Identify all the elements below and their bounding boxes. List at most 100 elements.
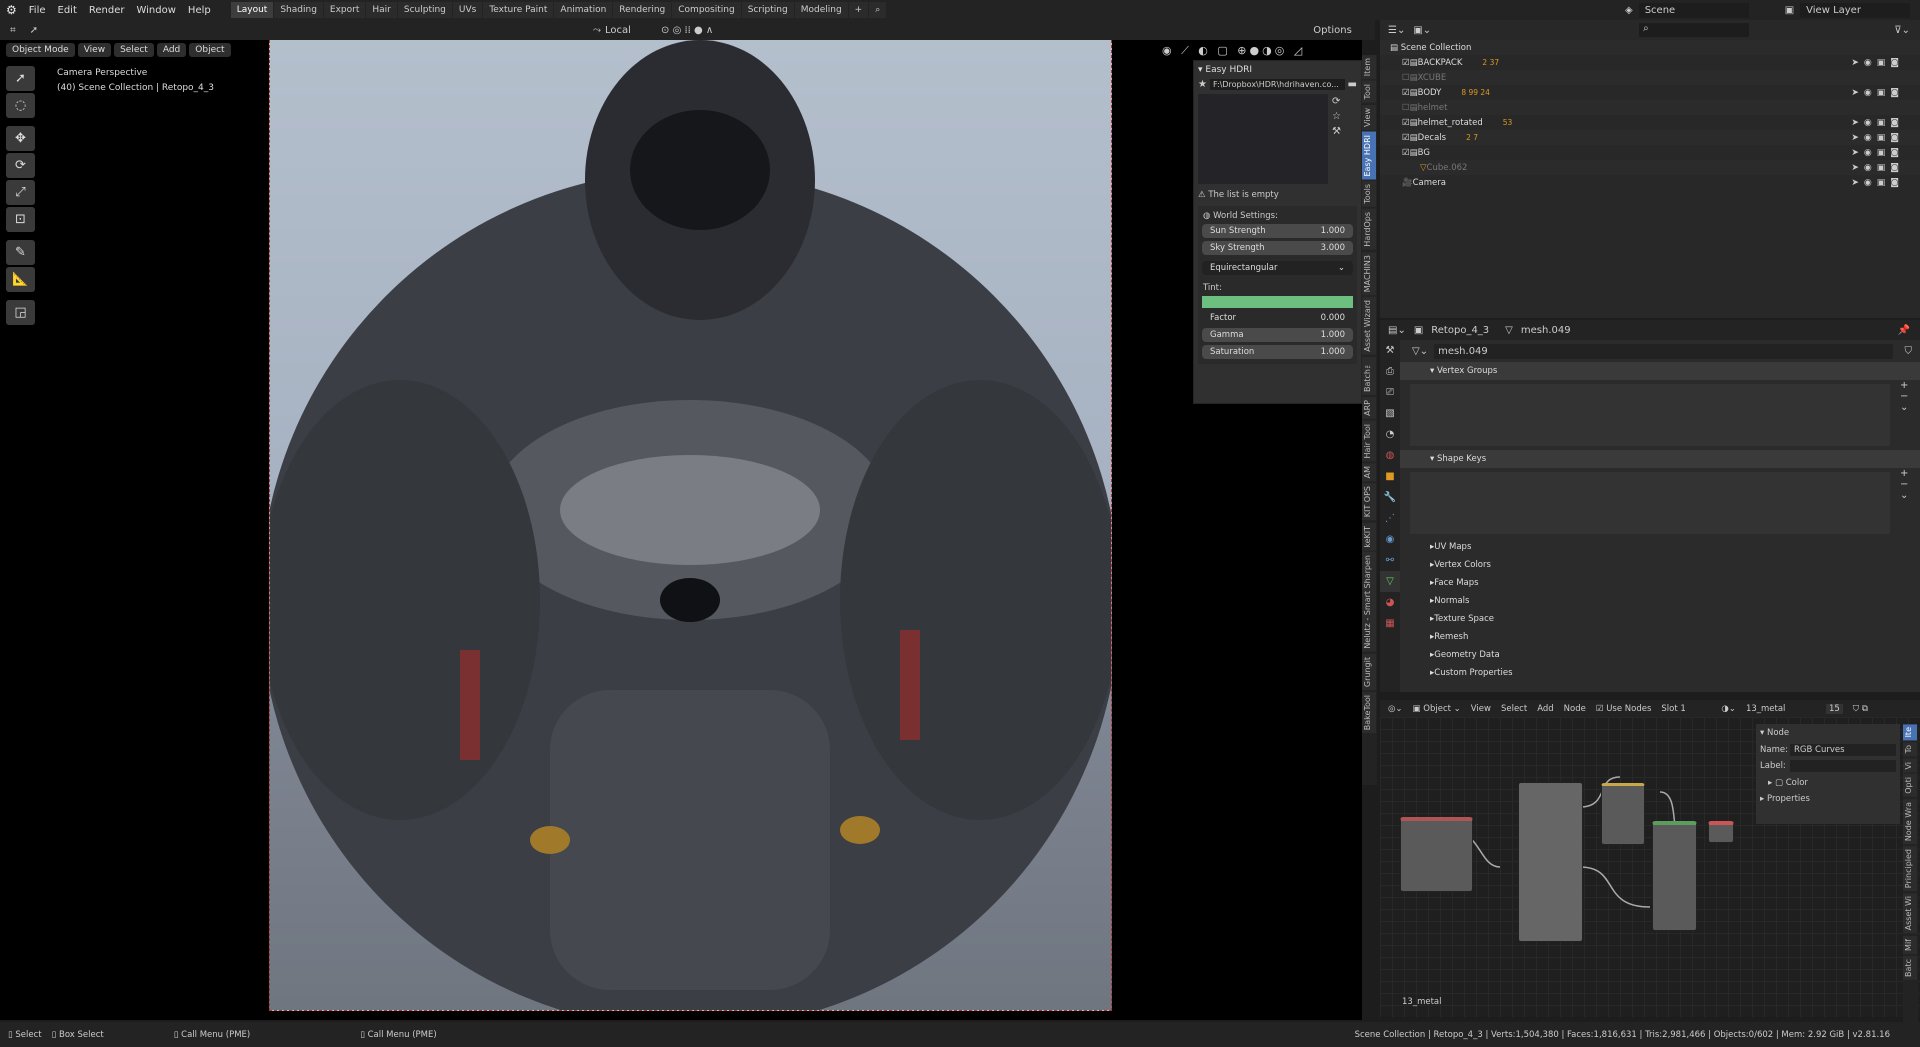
hdri-path-field[interactable]: F:\Dropbox\HDR\hdrihaven.co... — [1209, 79, 1345, 90]
select-menu[interactable]: Select — [114, 43, 154, 57]
factor-field[interactable]: Factor 0.000 — [1202, 311, 1353, 325]
outliner-row[interactable]: ☑ ▤ BACKPACK 2 37 ➤◉▣◙ — [1380, 55, 1920, 70]
tab-uvs[interactable]: UVs — [452, 2, 483, 18]
node-sidebar-tab-principled[interactable]: Principled — [1903, 846, 1917, 892]
object-menu[interactable]: Object — [189, 43, 231, 57]
sidebar-tab-kekit[interactable]: keKIT — [1362, 522, 1376, 551]
visibility-checkbox[interactable]: ☑ — [1402, 148, 1410, 158]
scene-icon[interactable]: ◈ — [1625, 5, 1633, 16]
modifier-tab-icon[interactable]: 🔧 — [1380, 487, 1400, 508]
tab-texture-paint[interactable]: Texture Paint — [483, 2, 554, 18]
material-name-field[interactable]: 13_metal — [1746, 704, 1816, 714]
mesh-data-icon[interactable]: ▽⌄ — [1412, 346, 1428, 357]
material-icon[interactable]: ◑⌄ — [1721, 704, 1736, 714]
restriction-toggle-icons[interactable]: ➤◉▣◙ — [1851, 133, 1904, 143]
add-menu[interactable]: Add — [156, 43, 187, 57]
outliner-row[interactable]: 🎥 Camera ➤◉▣◙ — [1380, 175, 1920, 190]
options-dropdown[interactable]: Options — [1313, 25, 1352, 36]
shield-icon[interactable]: ⛉ ⧉ — [1853, 704, 1868, 714]
node-sidebar-tab-vi[interactable]: Vi — [1903, 758, 1917, 773]
section-header-uv-maps[interactable]: ▸ UV Maps — [1400, 538, 1920, 556]
restriction-toggle-icons[interactable]: ➤◉▣◙ — [1851, 88, 1904, 98]
section-header-face-maps[interactable]: ▸ Face Maps — [1400, 574, 1920, 592]
sky-strength-field[interactable]: Sky Strength 3.000 — [1202, 241, 1353, 255]
scale-tool-icon[interactable]: ⤢ — [6, 180, 35, 205]
tab-scripting[interactable]: Scripting — [741, 2, 794, 18]
scene-selector[interactable]: Scene — [1638, 2, 1749, 18]
visibility-checkbox[interactable]: ☑ — [1402, 133, 1410, 143]
blender-logo-icon[interactable]: ⚙ — [0, 3, 23, 17]
node-sidebar-tab-opti[interactable]: Opti — [1903, 774, 1917, 798]
settings-tools-icon[interactable]: ⚒ — [1332, 124, 1341, 139]
visibility-checkbox[interactable]: ☑ — [1402, 118, 1410, 128]
sidebar-tab-tools[interactable]: Tools — [1362, 181, 1376, 207]
saturation-field[interactable]: Saturation 1.000 — [1202, 345, 1353, 359]
favorites-star-icon[interactable]: ☆ — [1332, 109, 1341, 124]
node-sidebar-tab-asset-wi[interactable]: Asset Wi — [1903, 893, 1917, 934]
node-add-menu[interactable]: Add — [1537, 704, 1553, 714]
use-nodes-checkbox[interactable]: ☑ Use Nodes — [1596, 704, 1652, 714]
gamma-field[interactable]: Gamma 1.000 — [1202, 328, 1353, 342]
fake-user-shield-icon[interactable]: ⛉ — [1905, 346, 1913, 357]
tab-shading[interactable]: Shading — [274, 2, 323, 18]
breadcrumb-object[interactable]: Retopo_4_3 — [1431, 325, 1489, 336]
orientation-dropdown[interactable]: Local — [605, 25, 651, 36]
hdri-preview-box[interactable] — [1198, 94, 1328, 184]
constraints-tab-icon[interactable]: ⚯ — [1380, 550, 1400, 571]
pin-icon[interactable]: 📌 — [1898, 325, 1910, 336]
menu-edit[interactable]: Edit — [52, 5, 83, 16]
properties-subpanel[interactable]: ▸ Properties — [1760, 794, 1896, 804]
section-header-vertex-colors[interactable]: ▸ Vertex Colors — [1400, 556, 1920, 574]
search-icon[interactable]: ⌕ — [869, 2, 887, 18]
mesh-name-field[interactable]: mesh.049 — [1434, 343, 1893, 359]
viewport-shading-icons[interactable]: ◉ ⟋ ◐ ▢ ⊕●◑◎ ◿ — [1162, 44, 1305, 58]
menu-file[interactable]: File — [23, 5, 52, 16]
scene-tab-icon[interactable]: ◔ — [1380, 424, 1400, 445]
node-select-menu[interactable]: Select — [1501, 704, 1527, 714]
section-header-remesh[interactable]: ▸ Remesh — [1400, 628, 1920, 646]
restriction-toggle-icons[interactable]: ➤◉▣◙ — [1851, 58, 1904, 68]
outliner-row[interactable]: ▽ Cube.062 ➤◉▣◙ — [1380, 160, 1920, 175]
render-tab-icon[interactable]: ⎙ — [1380, 361, 1400, 382]
sidebar-tab-tool[interactable]: Tool — [1362, 81, 1376, 103]
principled-bsdf-node[interactable] — [1652, 821, 1697, 931]
outliner-row[interactable]: ☑ ▤ helmet_rotated 53 ➤◉▣◙ — [1380, 115, 1920, 130]
cursor-tool-icon[interactable]: ➚ — [30, 25, 38, 36]
view-menu[interactable]: View — [77, 43, 112, 57]
filter-icon[interactable]: ⊽⌄ — [1894, 25, 1910, 36]
physics-tab-icon[interactable]: ◉ — [1380, 529, 1400, 550]
sidebar-tab-view[interactable]: View — [1362, 104, 1376, 130]
filter-view-icon[interactable]: ▣⌄ — [1413, 25, 1431, 36]
section-header-custom-properties[interactable]: ▸ Custom Properties — [1400, 664, 1920, 682]
mode-dropdown[interactable]: Object Mode — [6, 43, 75, 57]
slot-dropdown[interactable]: Slot 1 — [1661, 704, 1711, 714]
projection-dropdown[interactable]: Equirectangular ⌄ — [1202, 261, 1353, 275]
tab-compositing[interactable]: Compositing — [672, 2, 741, 18]
sidebar-tab-hardops[interactable]: HardOps — [1362, 208, 1376, 250]
node-name-field[interactable]: RGB Curves — [1790, 744, 1896, 756]
output-node[interactable] — [1708, 821, 1734, 843]
sidebar-tab-machin3[interactable]: MACHIN3 — [1362, 251, 1376, 295]
view-layer-tab-icon[interactable]: ▧ — [1380, 403, 1400, 424]
node-sidebar-tab-ite[interactable]: Ite — [1903, 724, 1917, 741]
sidebar-tab-batch-[interactable]: Batch™ — [1362, 356, 1376, 395]
scene-collection-row[interactable]: ▤ Scene Collection — [1380, 40, 1920, 55]
particles-tab-icon[interactable]: ⋰ — [1380, 508, 1400, 529]
tab-hair[interactable]: Hair — [366, 2, 397, 18]
mix-node-1[interactable] — [1518, 782, 1583, 942]
outliner-row[interactable]: ☐ ▤ XCUBE — [1380, 70, 1920, 85]
refresh-icon[interactable]: ⟳ — [1332, 94, 1341, 109]
add-cube-tool-icon[interactable]: ◲ — [6, 300, 35, 325]
texture-tab-icon[interactable]: ▦ — [1380, 613, 1400, 634]
tool-tab-icon[interactable]: ⚒ — [1380, 340, 1400, 361]
outliner-search-input[interactable]: ⌕ — [1639, 23, 1750, 37]
editor-type-icon[interactable]: ◎⌄ — [1388, 704, 1403, 714]
node-menu[interactable]: Node — [1564, 704, 1586, 714]
sidebar-tab-item[interactable]: Item — [1362, 55, 1376, 80]
tab-modeling[interactable]: Modeling — [794, 2, 848, 18]
object-tab-icon[interactable]: ■ — [1380, 466, 1400, 487]
annotate-tool-icon[interactable]: ✎ — [6, 240, 35, 265]
restriction-toggle-icons[interactable]: ➤◉▣◙ — [1851, 118, 1904, 128]
restriction-toggle-icons[interactable]: ➤◉▣◙ — [1851, 148, 1904, 158]
outliner-row[interactable]: ☑ ▤ Decals 2 7 ➤◉▣◙ — [1380, 130, 1920, 145]
